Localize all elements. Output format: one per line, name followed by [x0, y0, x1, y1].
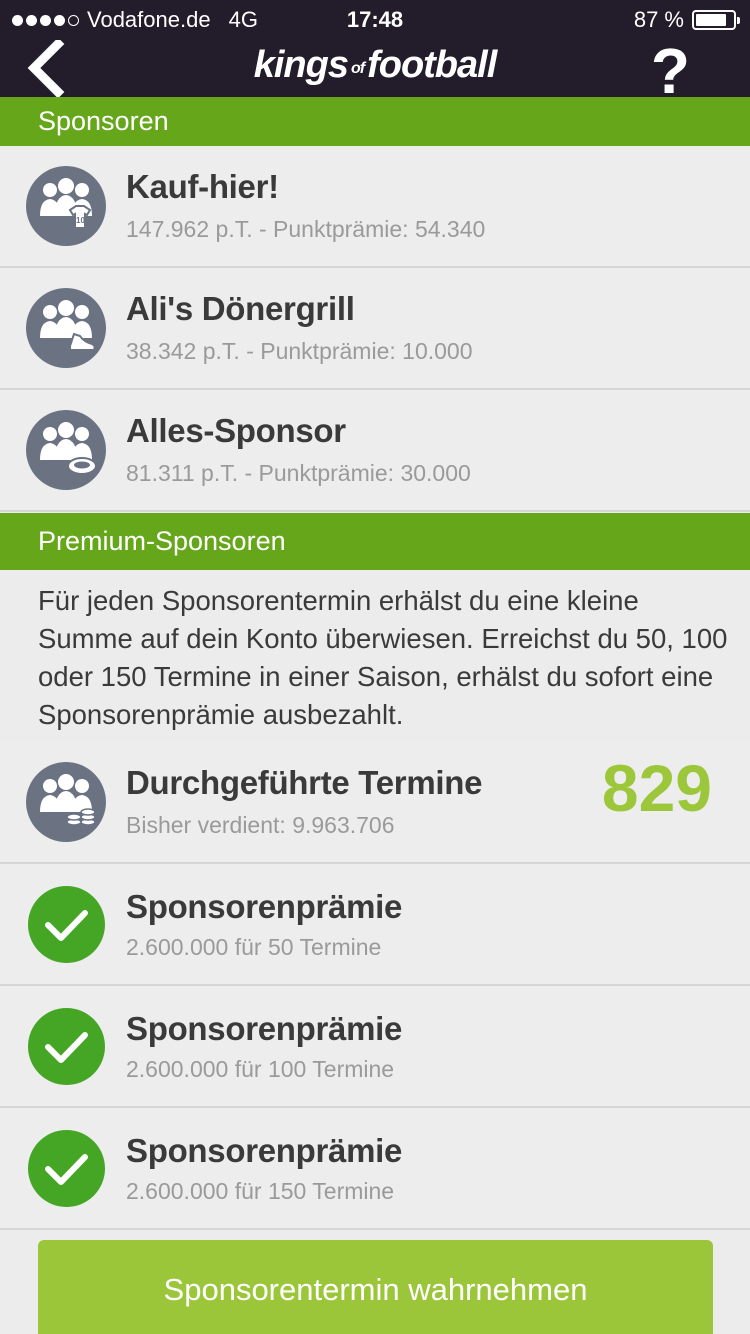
- svg-text:10: 10: [76, 216, 85, 225]
- completed-appointments-row: Durchgeführte Termine Bisher verdient: 9…: [0, 742, 750, 864]
- sponsor-detail: 147.962 p.T. - Punktprämie: 54.340: [126, 216, 486, 242]
- nav-bar: kings offootball ?: [0, 35, 750, 107]
- logo-football: football: [367, 44, 497, 86]
- team-shirt-icon: 10: [26, 166, 106, 246]
- bonus-title: Sponsorenprämie: [126, 1132, 403, 1169]
- sponsor-row-3[interactable]: Alles-Sponsor 81.311 p.T. - Punktprämie:…: [0, 390, 750, 512]
- battery-percent: 87 %: [633, 7, 684, 32]
- sponsor-name: Kauf-hier!: [126, 168, 279, 205]
- sponsors-section-header: Sponsoren: [0, 97, 750, 146]
- bonus-row-50: Sponsorenprämie 2.600.000 für 50 Termine: [0, 864, 750, 986]
- checkmark-icon: [28, 1008, 105, 1085]
- status-bar: Vodafone.de 4G 17:48 87 %: [0, 0, 750, 40]
- sponsor-detail: 38.342 p.T. - Punktprämie: 10.000: [126, 338, 473, 364]
- logo-of: of: [350, 60, 365, 77]
- completed-earned: Bisher verdient: 9.963.706: [126, 812, 395, 838]
- team-coins-icon: [26, 762, 106, 842]
- bonus-title: Sponsorenprämie: [126, 1010, 403, 1047]
- bonus-row-100: Sponsorenprämie 2.600.000 für 100 Termin…: [0, 986, 750, 1108]
- battery-icon: [692, 10, 740, 30]
- app-logo: kings offootball: [0, 44, 750, 87]
- bonus-detail: 2.600.000 für 100 Termine: [126, 1056, 395, 1082]
- take-appointment-button[interactable]: Sponsorentermin wahrnehmen: [38, 1240, 713, 1334]
- bonus-title: Sponsorenprämie: [126, 888, 403, 925]
- status-right: 87 %: [633, 7, 740, 33]
- sponsor-name: Ali's Dönergrill: [126, 290, 355, 327]
- bonus-row-150: Sponsorenprämie 2.600.000 für 150 Termin…: [0, 1108, 750, 1230]
- sponsor-row-2[interactable]: Ali's Dönergrill 38.342 p.T. - Punktpräm…: [0, 268, 750, 390]
- checkmark-icon: [28, 1130, 105, 1207]
- team-shoe-icon: [26, 288, 106, 368]
- bonus-detail: 2.600.000 für 150 Termine: [126, 1178, 395, 1204]
- sponsor-row-1[interactable]: 10 Kauf-hier! 147.962 p.T. - Punktprämie…: [0, 146, 750, 268]
- completed-title: Durchgeführte Termine: [126, 764, 483, 801]
- sponsor-detail: 81.311 p.T. - Punktprämie: 30.000: [126, 460, 471, 486]
- bonus-detail: 2.600.000 für 50 Termine: [126, 934, 382, 960]
- sponsor-name: Alles-Sponsor: [126, 412, 346, 449]
- premium-description: Für jeden Sponsorentermin erhälst du ein…: [38, 585, 728, 730]
- checkmark-icon: [28, 886, 105, 963]
- team-stadium-icon: [26, 410, 106, 490]
- completed-count: 829: [601, 751, 712, 825]
- premium-section-header: Premium-Sponsoren: [0, 513, 750, 570]
- logo-kings: kings: [253, 44, 349, 86]
